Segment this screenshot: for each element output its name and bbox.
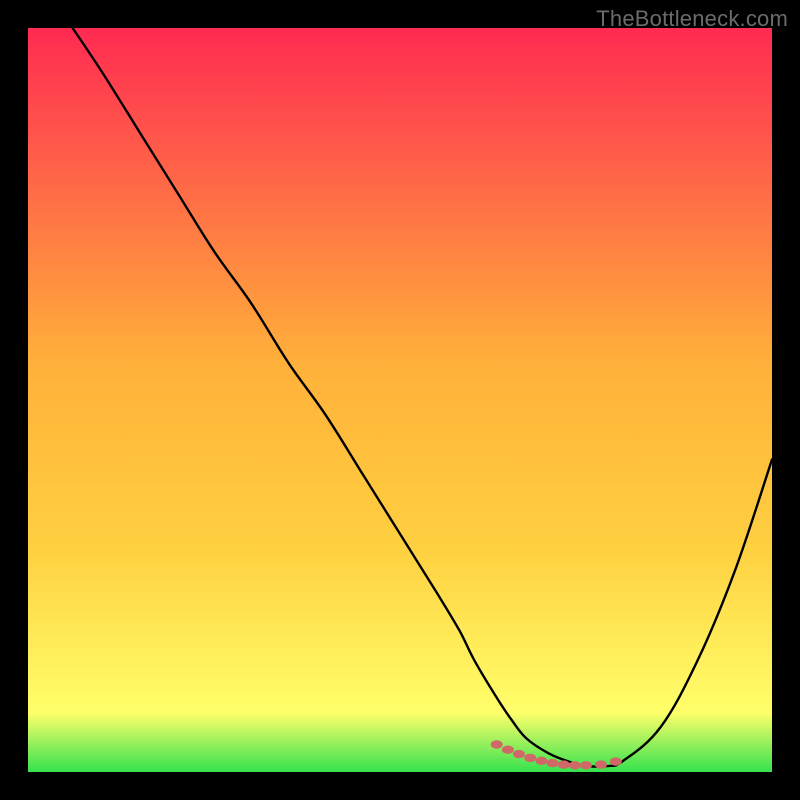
- plot-svg: [28, 28, 772, 772]
- plot-area: [28, 28, 772, 772]
- highlight-marker: [513, 750, 525, 758]
- highlight-marker: [535, 757, 547, 765]
- highlight-marker: [502, 746, 514, 754]
- highlight-marker: [524, 754, 536, 762]
- highlight-marker: [491, 740, 503, 748]
- highlight-marker: [569, 761, 581, 769]
- highlight-marker: [610, 757, 622, 765]
- gradient-background: [28, 28, 772, 772]
- highlight-marker: [558, 760, 570, 768]
- highlight-marker: [595, 760, 607, 768]
- highlight-marker: [580, 761, 592, 769]
- watermark-text: TheBottleneck.com: [596, 6, 788, 32]
- chart-stage: TheBottleneck.com: [0, 0, 800, 800]
- highlight-marker: [547, 759, 559, 767]
